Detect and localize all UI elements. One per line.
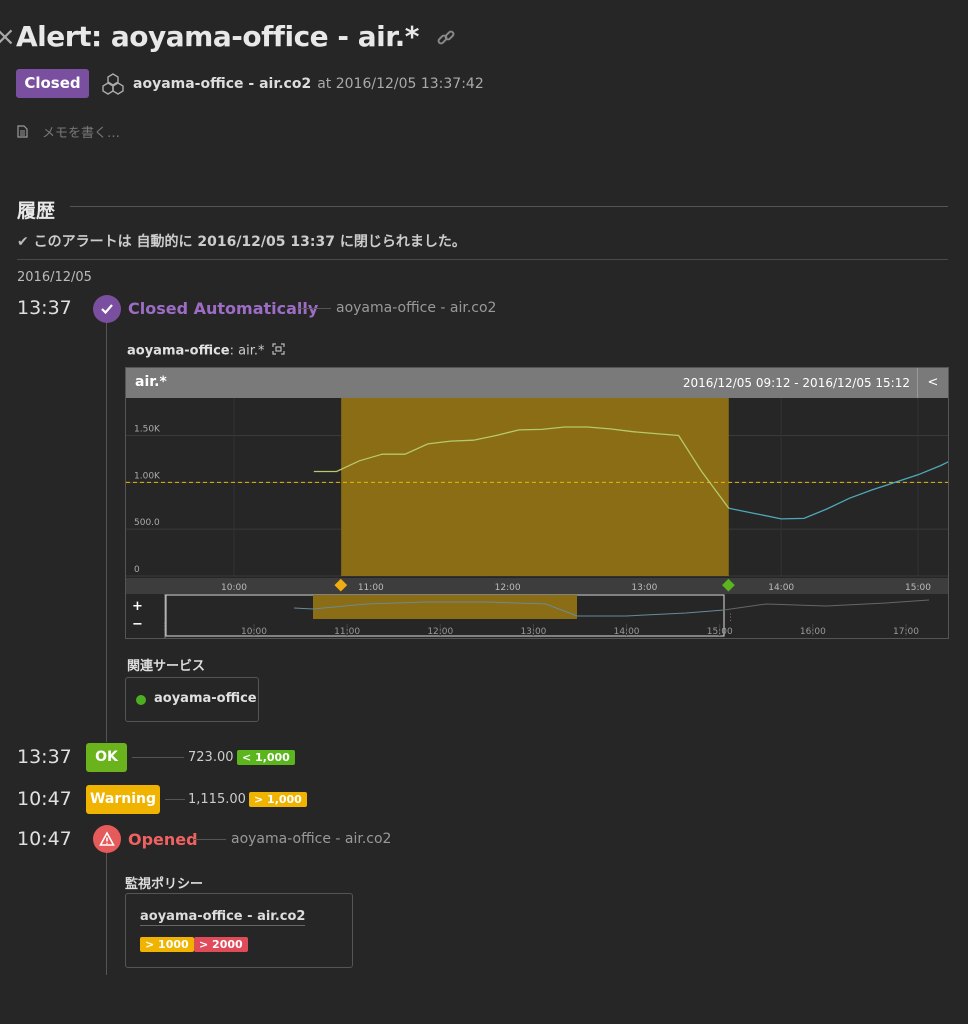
event-time: 13:37 [17, 297, 72, 319]
page-title: Alert: aoyama-office - air.* [16, 20, 456, 55]
series-line [728, 461, 948, 520]
policy-heading: 監視ポリシー [125, 877, 204, 892]
expand-icon[interactable] [272, 343, 285, 359]
check-icon: ✔ [17, 234, 29, 250]
x-tick-label: 13:00 [631, 583, 657, 593]
service-card[interactable]: aoyama-office [125, 677, 259, 722]
time-axis [126, 578, 948, 594]
related-heading: 関連サービス [127, 659, 206, 674]
ok-condition-badge: < 1,000 [237, 750, 295, 765]
closed-message: ✔ このアラートは 自動的に 2016/12/05 13:37 に閉じられました… [17, 234, 466, 250]
history-heading: 履歴 [17, 200, 56, 222]
timeline-line [106, 850, 107, 975]
y-tick-label: 500.0 [134, 518, 160, 528]
host-link[interactable]: aoyama-office - air.co2 [133, 76, 311, 92]
status-dot-icon [136, 695, 146, 705]
nav-tick-label: 17:00 [893, 627, 919, 637]
x-tick-label: 12:00 [495, 583, 521, 593]
divider [132, 757, 184, 758]
x-tick-label: 14:00 [768, 583, 794, 593]
y-tick-label: 1.00K [134, 471, 161, 481]
document-icon [17, 123, 28, 142]
link-icon[interactable] [436, 22, 456, 55]
policy-warning-badge: > 1000 [140, 937, 194, 952]
panel-header: air.* 2016/12/05 09:12 - 2016/12/05 15:1… [126, 368, 948, 398]
service-name[interactable]: aoyama-office [154, 691, 257, 706]
nav-tick-label: 10:00 [241, 627, 267, 637]
event-value: 1,115.00 [188, 792, 246, 807]
event-value: 723.00 [188, 750, 234, 765]
x-tick-label: 11:00 [358, 583, 384, 593]
policy-card[interactable]: aoyama-office - air.co2 > 1000 > 2000 [125, 893, 353, 968]
y-tick-label: 0 [134, 565, 140, 575]
policy-name[interactable]: aoyama-office - air.co2 [140, 909, 306, 926]
policy-critical-badge: > 2000 [194, 937, 248, 952]
nav-tick-label: 14:00 [614, 627, 640, 637]
panel-range: 2016/12/05 09:12 - 2016/12/05 15:12 [682, 376, 910, 390]
event-time: 13:37 [17, 746, 72, 768]
graph-label: aoyama-office: air.* [127, 343, 285, 359]
divider [194, 839, 226, 840]
nav-tick-label: 11:00 [334, 627, 360, 637]
status-badge: Closed [16, 69, 89, 98]
share-icon[interactable]: < [917, 368, 948, 398]
y-tick-label: 1.50K [134, 424, 161, 434]
divider [17, 259, 948, 260]
warning-condition-badge: > 1,000 [249, 792, 307, 807]
timeline-line [106, 322, 107, 742]
alert-monitor: aoyama-office - air.co2 at 2016/12/05 13:… [133, 76, 484, 92]
nav-window [313, 595, 577, 619]
warning-triangle-icon [93, 825, 121, 853]
divider [70, 206, 948, 207]
event-source: aoyama-office - air.co2 [231, 831, 392, 847]
event-label: Opened [128, 830, 198, 849]
alert-window [341, 398, 729, 576]
event-time: 10:47 [17, 828, 72, 850]
divider [165, 799, 185, 800]
nav-handle-icon[interactable]: ⋮ [160, 622, 169, 632]
alert-time: at 2016/12/05 13:37:42 [317, 76, 484, 92]
zoom-in-button[interactable]: + [132, 599, 143, 614]
divider [299, 308, 331, 309]
nav-tick-label: 16:00 [800, 627, 826, 637]
nav-tick-label: 15:00 [707, 627, 733, 637]
nav-tick-label: 12:00 [427, 627, 453, 637]
nav-handle-icon[interactable]: ⋮ [726, 613, 735, 623]
graph-panel: air.* 2016/12/05 09:12 - 2016/12/05 15:1… [125, 367, 949, 639]
host-cubes-icon [101, 72, 125, 100]
check-circle-icon [93, 295, 121, 323]
warning-tag: Warning [86, 785, 160, 814]
x-tick-label: 15:00 [905, 583, 931, 593]
memo-input[interactable]: メモを書く… [42, 122, 120, 141]
chart[interactable]: 0 500.0 1.00K 1.50K 10:00 11:00 12:00 13:00 14:… [126, 398, 948, 638]
x-tick-label: 10:00 [221, 583, 247, 593]
event-source: aoyama-office - air.co2 [336, 300, 497, 316]
history-date: 2016/12/05 [17, 270, 92, 285]
nav-tick-label: 13:00 [520, 627, 546, 637]
zoom-out-button[interactable]: − [132, 617, 143, 632]
close-icon[interactable]: × [0, 22, 16, 52]
ok-tag: OK [86, 743, 127, 772]
panel-title: air.* [135, 374, 167, 390]
event-time: 10:47 [17, 788, 72, 810]
event-label: Closed Automatically [128, 299, 319, 318]
